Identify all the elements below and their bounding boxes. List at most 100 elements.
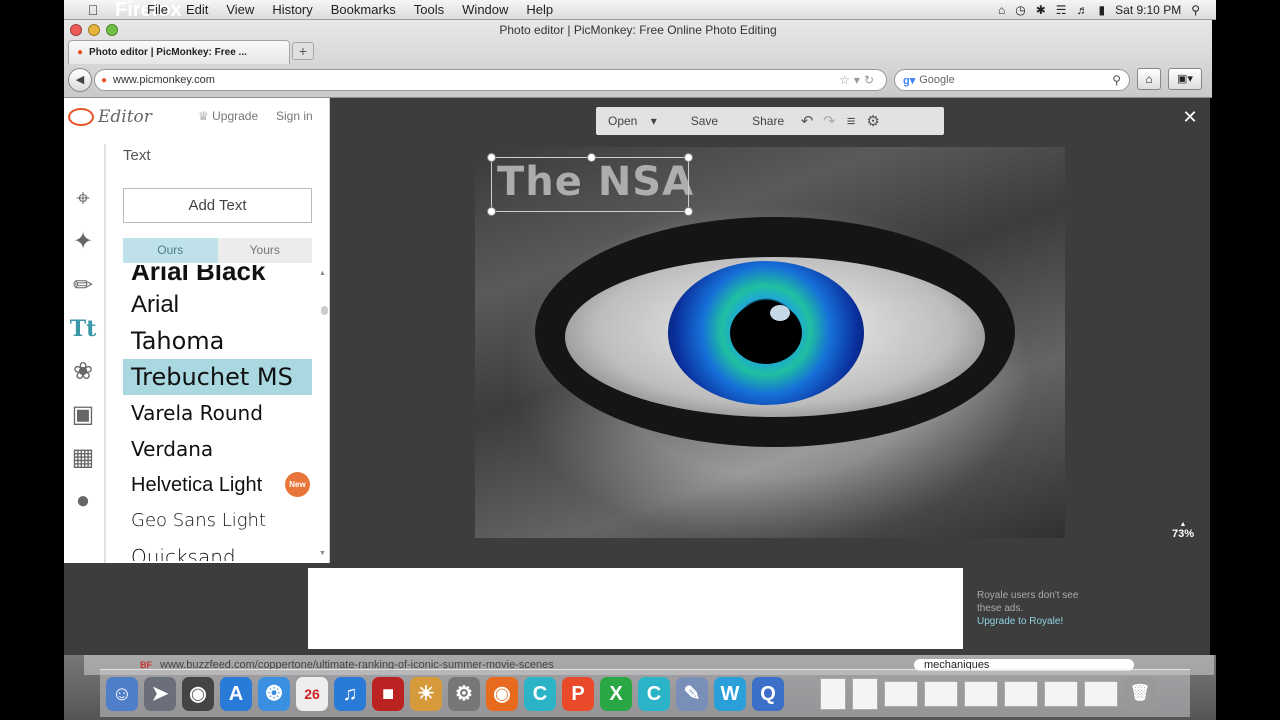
font-option[interactable]: Varela Round: [123, 395, 312, 431]
picmonkey-logo[interactable]: Editor: [68, 107, 152, 127]
search-icon[interactable]: ⚲: [1112, 73, 1121, 87]
dashboard-icon[interactable]: ◉: [182, 676, 214, 711]
tab-picmonkey[interactable]: ● Photo editor | PicMonkey: Free ...: [68, 40, 290, 64]
font-option[interactable]: Quicksand: [123, 539, 312, 561]
app-p-icon[interactable]: P: [562, 676, 594, 711]
window-thumbnail-icon[interactable]: [1044, 680, 1078, 707]
texture-icon[interactable]: ▦: [68, 443, 98, 473]
rotate-handle[interactable]: [587, 153, 596, 162]
window-thumbnail-icon[interactable]: [1004, 680, 1038, 707]
share-button[interactable]: Share: [730, 114, 796, 128]
butterfly-icon[interactable]: ❀: [68, 357, 98, 387]
font-option[interactable]: Verdana: [123, 431, 312, 467]
brush-icon[interactable]: ✏: [68, 271, 98, 301]
menu-tools[interactable]: Tools: [405, 2, 453, 17]
app-w-icon[interactable]: W: [714, 676, 746, 711]
app-c2-icon[interactable]: C: [638, 676, 670, 711]
resize-handle-bottom-right[interactable]: [684, 207, 693, 216]
undo-icon[interactable]: ↶: [796, 112, 818, 130]
window-thumbnail-icon[interactable]: [964, 680, 998, 707]
magic-wand-icon[interactable]: ✦: [68, 227, 98, 257]
font-option[interactable]: Arial: [123, 287, 312, 323]
home-icon[interactable]: ⌂: [998, 3, 1005, 17]
wifi-icon[interactable]: ☴: [1056, 3, 1067, 17]
safari-icon[interactable]: ❂: [258, 676, 290, 711]
calendar-icon[interactable]: 26: [296, 676, 328, 711]
menu-help[interactable]: Help: [517, 2, 562, 17]
resize-handle-top-right[interactable]: [684, 153, 693, 162]
upgrade-royale-link[interactable]: Upgrade to Royale!: [977, 615, 1087, 628]
close-window-button[interactable]: [70, 24, 82, 36]
photo-canvas[interactable]: The NSA: [475, 147, 1065, 538]
spotlight-icon[interactable]: ⚲: [1191, 3, 1200, 17]
document-icon[interactable]: [852, 677, 878, 710]
open-button[interactable]: Open ▾: [596, 114, 669, 128]
finder-icon[interactable]: ☺: [106, 676, 138, 711]
zoom-control[interactable]: ▲ 73%: [1168, 521, 1198, 540]
scroll-up-icon[interactable]: ▲: [319, 270, 326, 277]
menu-bookmarks[interactable]: Bookmarks: [322, 2, 405, 17]
text-tool-icon[interactable]: Tt: [68, 314, 98, 344]
battery-icon[interactable]: ▮: [1099, 3, 1106, 17]
launchpad-icon[interactable]: ➤: [144, 676, 176, 711]
menu-history[interactable]: History: [263, 2, 321, 17]
font-option[interactable]: Tahoma: [123, 323, 312, 359]
new-tab-button[interactable]: +: [292, 42, 314, 60]
quicktime-icon[interactable]: Q: [752, 676, 784, 711]
volume-icon[interactable]: ♬: [1077, 3, 1089, 17]
menu-view[interactable]: View: [217, 2, 263, 17]
text-selection-box[interactable]: [487, 153, 693, 216]
ad-banner[interactable]: [308, 568, 963, 649]
font-option[interactable]: Geo Sans Light: [123, 503, 312, 539]
clock[interactable]: Sat 9:10 PM: [1115, 3, 1181, 17]
zoom-up-icon[interactable]: ▲: [1168, 521, 1198, 528]
app-store-icon[interactable]: A: [220, 676, 252, 711]
search-box[interactable]: g▾ Google ⚲: [894, 69, 1130, 91]
close-editor-icon[interactable]: ✕: [1180, 107, 1200, 127]
frame-icon[interactable]: ▣: [68, 400, 98, 430]
photo-booth-icon[interactable]: ■: [372, 676, 404, 711]
system-preferences-icon[interactable]: ⚙: [448, 676, 480, 711]
url-bar[interactable]: ● www.picmonkey.com ☆▾↻: [94, 69, 887, 91]
layers-icon[interactable]: ≡: [840, 113, 862, 130]
bookmark-star-icon[interactable]: ☆▾↻: [839, 73, 886, 87]
menu-window[interactable]: Window: [453, 2, 517, 17]
bluetooth-icon[interactable]: ✱: [1036, 3, 1046, 17]
menu-edit[interactable]: Edit: [177, 2, 217, 17]
sign-in-link[interactable]: Sign in: [276, 109, 313, 123]
app-c-icon[interactable]: C: [524, 676, 556, 711]
apple-icon[interactable]: : [80, 2, 106, 18]
itunes-icon[interactable]: ♫: [334, 676, 366, 711]
apple-themes-icon[interactable]: ●: [68, 486, 98, 516]
font-option[interactable]: Helvetica Light New: [123, 467, 312, 503]
document-icon[interactable]: [820, 677, 846, 710]
home-button[interactable]: ⌂: [1137, 68, 1161, 90]
redo-icon[interactable]: ↷: [818, 112, 840, 130]
google-icon[interactable]: g▾: [903, 74, 915, 87]
scroll-thumb[interactable]: [321, 306, 328, 315]
upgrade-link[interactable]: ♕ Upgrade: [198, 109, 258, 123]
preview-icon[interactable]: ✎: [676, 676, 708, 711]
scroll-down-icon[interactable]: ▼: [319, 550, 326, 557]
firefox-icon[interactable]: ◉: [486, 676, 518, 711]
tab-ours[interactable]: Ours: [123, 238, 218, 263]
crop-icon[interactable]: ⌖: [68, 184, 98, 214]
trash-icon[interactable]: 🗑: [1124, 676, 1156, 711]
minimize-window-button[interactable]: [88, 24, 100, 36]
save-button[interactable]: Save: [669, 114, 730, 128]
app-x-icon[interactable]: X: [600, 676, 632, 711]
iphoto-icon[interactable]: ☀: [410, 676, 442, 711]
window-thumbnail-icon[interactable]: [924, 680, 958, 707]
font-list-scrollbar[interactable]: ▲ ▼: [319, 270, 328, 560]
window-thumbnail-icon[interactable]: [884, 680, 918, 707]
time-machine-icon[interactable]: ◷: [1015, 3, 1025, 17]
back-button[interactable]: ◀: [68, 68, 92, 92]
window-thumbnail-icon[interactable]: [1084, 680, 1118, 707]
settings-gear-icon[interactable]: ⚙: [862, 112, 884, 130]
font-option[interactable]: Arial Black: [123, 265, 312, 289]
tab-yours[interactable]: Yours: [217, 238, 312, 263]
font-option[interactable]: Trebuchet MS: [123, 359, 312, 395]
add-text-button[interactable]: Add Text: [123, 188, 312, 223]
bookmarks-menu-button[interactable]: ▣▾: [1168, 68, 1202, 90]
menu-file[interactable]: File: [138, 2, 177, 17]
